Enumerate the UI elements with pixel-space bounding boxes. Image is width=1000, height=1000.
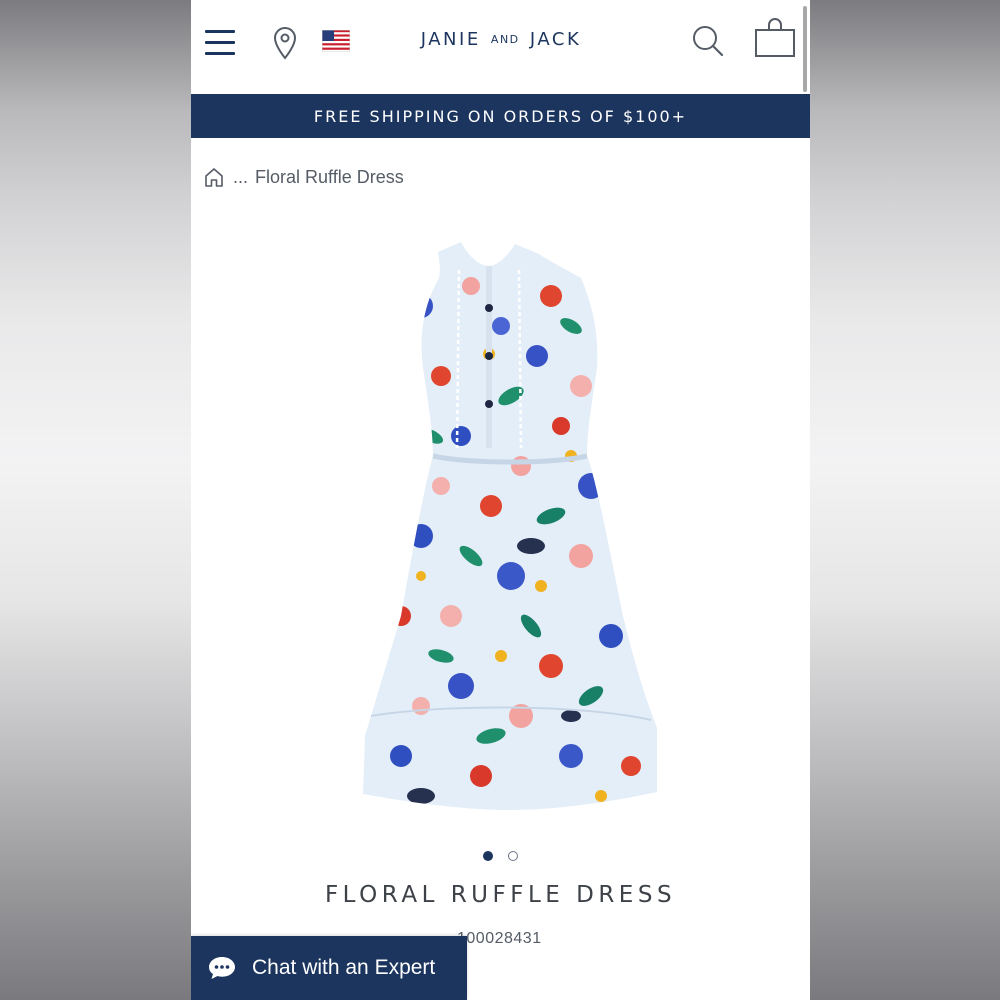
brand-word-left: JANIE [420,29,481,50]
brand-word-and: AND [490,33,520,46]
carousel-dots [191,848,810,862]
location-pin-icon[interactable] [271,26,299,60]
chat-label: Chat with an Expert [252,956,436,979]
promo-banner[interactable]: FREE SHIPPING ON ORDERS OF $100+ [191,94,810,138]
product-image[interactable] [361,236,661,816]
breadcrumb-current: Floral Ruffle Dress [255,166,404,187]
phone-screen: JANIE AND JACK FREE SHIPPING ON ORDERS O… [191,0,810,1000]
item-number-value: 100028431 [457,930,542,947]
search-icon[interactable] [691,24,725,58]
breadcrumb: ... Floral Ruffle Dress [203,164,404,190]
dress-graphic [363,242,657,810]
site-header: JANIE AND JACK [191,0,810,94]
chat-with-expert-button[interactable]: Chat with an Expert [191,936,467,1000]
shopping-bag-icon[interactable] [754,16,796,58]
home-icon[interactable] [203,166,225,188]
scrollbar-thumb[interactable] [803,6,807,92]
breadcrumb-ellipsis[interactable]: ... [233,167,248,188]
brand-word-right: JACK [529,29,582,50]
brand-logo[interactable]: JANIE AND JACK [371,29,631,50]
carousel-dot-2[interactable] [507,851,518,861]
product-title: FLORAL RUFFLE DRESS [324,882,677,908]
us-flag-icon[interactable] [322,30,350,52]
chat-bubble-icon [209,957,235,979]
carousel-dot-1[interactable] [483,851,494,861]
menu-icon[interactable] [205,30,235,56]
promo-banner-text: FREE SHIPPING ON ORDERS OF $100+ [313,107,688,126]
